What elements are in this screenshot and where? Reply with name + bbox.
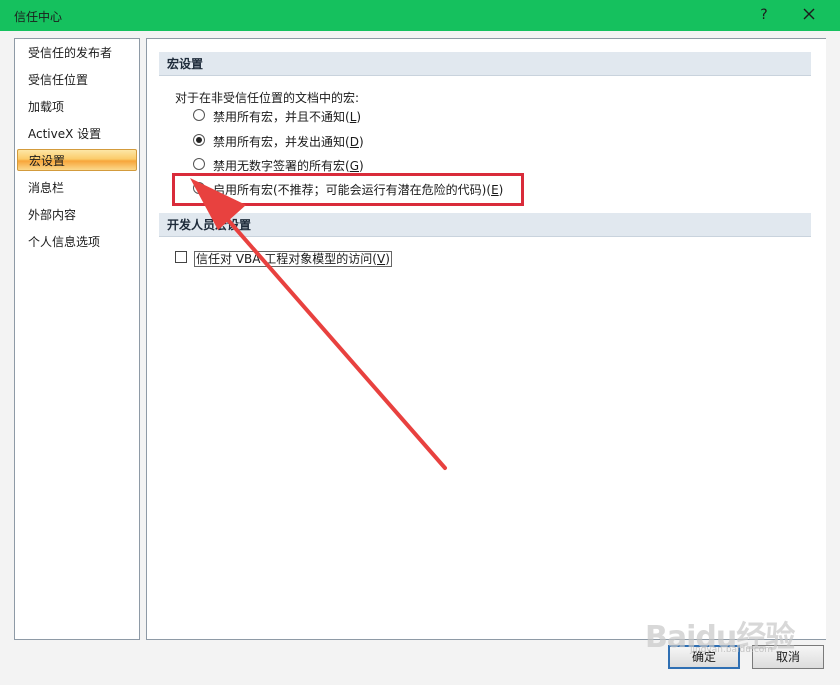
sidebar-item-activex[interactable]: ActiveX 设置 <box>17 123 137 145</box>
window-edge <box>826 38 840 685</box>
access-key: L <box>349 110 357 124</box>
title-bar[interactable]: 信任中心 ? <box>0 0 840 31</box>
checkbox[interactable] <box>175 251 187 263</box>
radio-label: 禁用所有宏，并且不通知 <box>213 110 346 124</box>
sidebar-item-macro-settings[interactable]: 宏设置 <box>17 149 137 171</box>
radio-button-checked[interactable] <box>193 134 205 146</box>
sidebar-item-trusted-locations[interactable]: 受信任位置 <box>17 69 137 91</box>
radio-button[interactable] <box>193 182 205 194</box>
macro-settings-header: 宏设置 <box>159 52 811 76</box>
settings-panel: 宏设置 对于在非受信任位置的文档中的宏: 禁用所有宏，并且不通知(L) 禁用所有… <box>146 38 828 640</box>
window-title: 信任中心 <box>14 10 63 24</box>
close-icon <box>803 8 815 20</box>
sidebar-item-add-ins[interactable]: 加载项 <box>17 96 137 118</box>
radio-button[interactable] <box>193 109 205 121</box>
help-button[interactable]: ? <box>752 4 776 26</box>
sidebar-item-message-bar[interactable]: 消息栏 <box>17 177 137 199</box>
access-key: D <box>349 135 359 149</box>
access-key: E <box>491 183 499 197</box>
sidebar-item-trusted-publishers[interactable]: 受信任的发布者 <box>17 42 137 64</box>
watermark-url: jingyan.baidu.com <box>690 645 774 655</box>
radio-label: 禁用所有宏，并发出通知 <box>213 135 346 149</box>
close-button[interactable] <box>796 3 822 27</box>
radio-label: 禁用无数字签署的所有宏 <box>213 159 346 173</box>
macro-prompt: 对于在非受信任位置的文档中的宏: <box>175 91 360 105</box>
sidebar-item-privacy-options[interactable]: 个人信息选项 <box>17 231 137 253</box>
radio-button[interactable] <box>193 158 205 170</box>
sidebar-nav: 受信任的发布者 受信任位置 加载项 ActiveX 设置 宏设置 消息栏 外部内… <box>14 38 140 640</box>
checkbox-label: 信任对 VBA 工程对象模型的访问 <box>196 252 373 266</box>
sidebar-item-external-content[interactable]: 外部内容 <box>17 204 137 226</box>
developer-macro-header: 开发人员宏设置 <box>159 213 811 237</box>
access-key: V <box>376 252 386 266</box>
access-key: G <box>349 159 360 173</box>
trust-center-dialog: 信任中心 ? 受信任的发布者 受信任位置 加载项 ActiveX 设置 宏设置 … <box>0 0 840 685</box>
radio-label: 启用所有宏(不推荐；可能会运行有潜在危险的代码) <box>213 183 487 197</box>
